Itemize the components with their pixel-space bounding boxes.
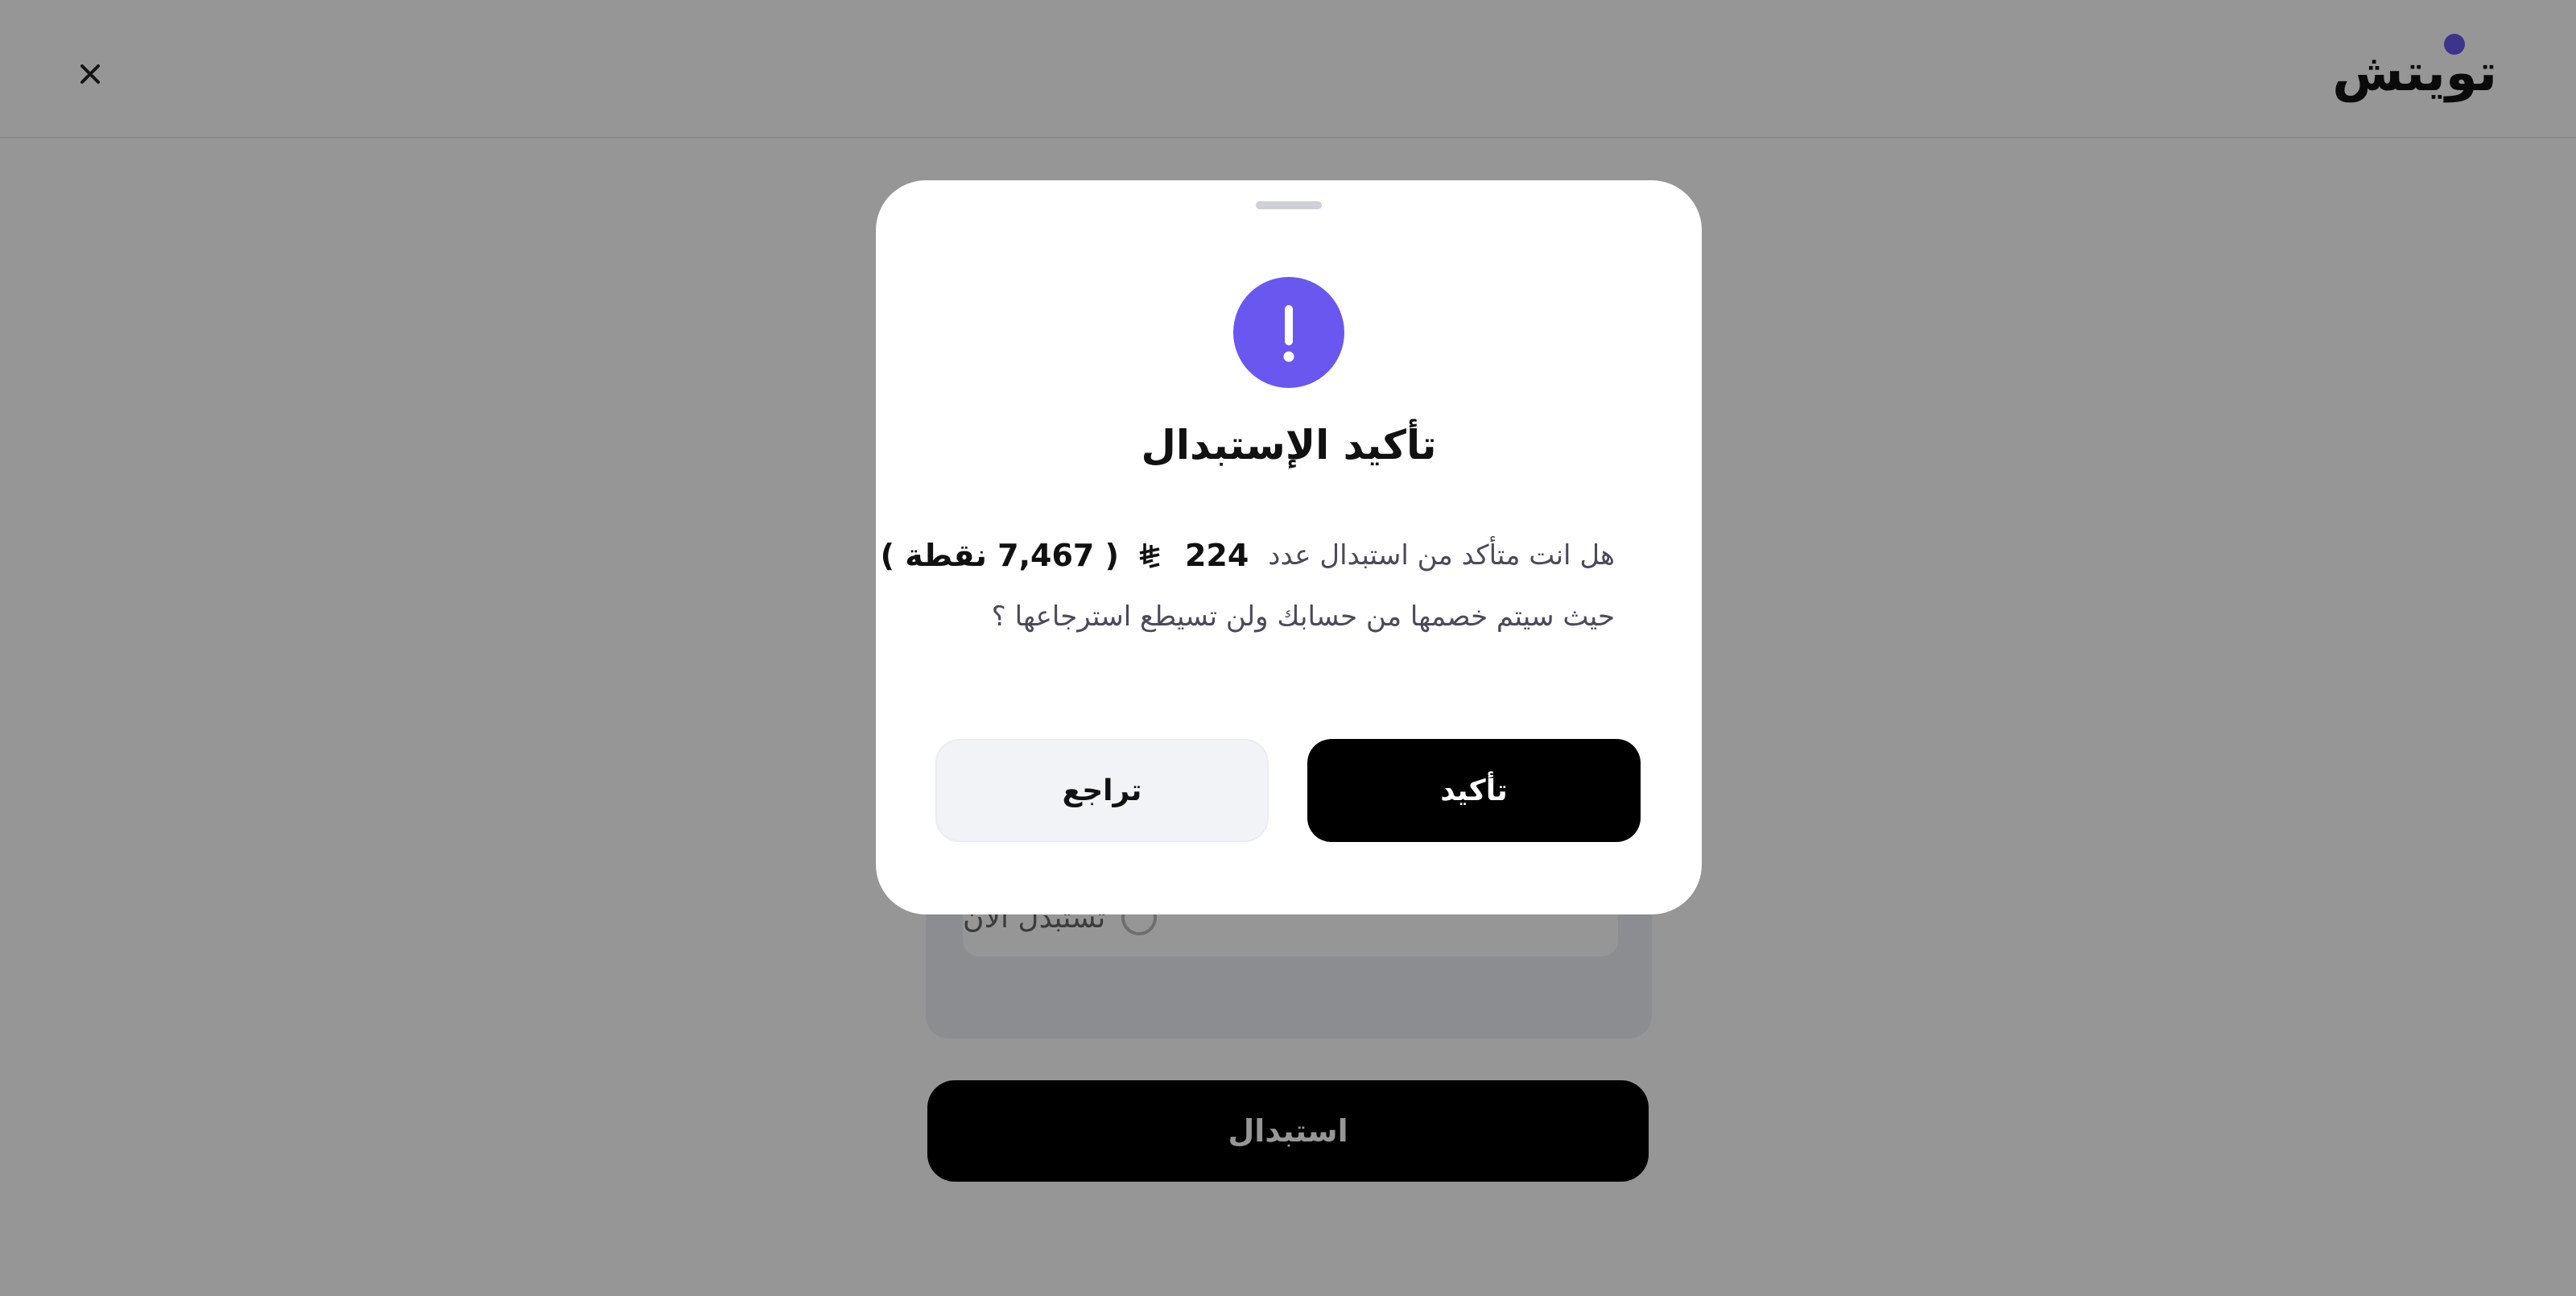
- exclamation-icon: [1283, 305, 1294, 362]
- drag-handle[interactable]: [1256, 201, 1322, 209]
- dialog-title: تأكيد الإستبدال: [1141, 422, 1437, 468]
- warning-text: حيث سيتم خصمها من حسابك ولن تسيطع استرجا…: [991, 601, 1615, 633]
- amount-value: 224: [1184, 538, 1249, 573]
- alert-badge: [1233, 277, 1344, 388]
- saudi-riyal-icon: [1137, 542, 1162, 569]
- back-button[interactable]: تراجع: [935, 739, 1269, 842]
- question-text: هل انت متأكد من استبدال عدد: [1268, 539, 1615, 572]
- confirm-redeem-dialog: تأكيد الإستبدال هل انت متأكد من استبدال …: [876, 180, 1702, 914]
- confirm-button[interactable]: تأكيد: [1307, 739, 1641, 842]
- points-value: ( 7,467 نقطة ): [880, 538, 1119, 573]
- confirm-question-line: هل انت متأكد من استبدال عدد 224 ( 7,467 …: [881, 538, 1615, 573]
